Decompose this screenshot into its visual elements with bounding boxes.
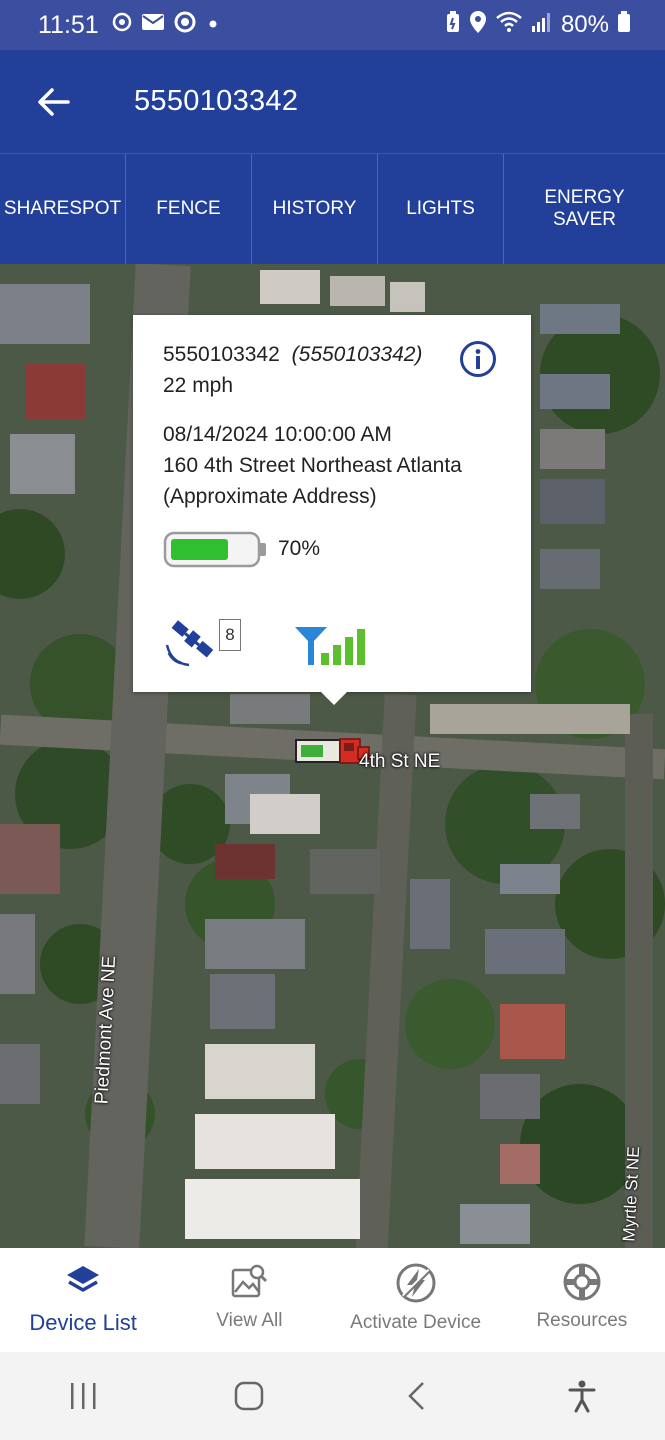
home-button[interactable] (209, 1366, 289, 1426)
satellite-icon (165, 620, 214, 667)
action-tab-bar: SHARESPOT FENCE HISTORY LIGHTS ENERGY SA… (0, 153, 665, 264)
accessibility-button[interactable] (542, 1366, 622, 1426)
device-timestamp: 08/14/2024 10:00:00 AM (163, 423, 392, 446)
device-id-line: 5550103342 (5550103342) (163, 343, 422, 367)
device-address: 160 4th Street Northeast Atlanta (163, 454, 462, 477)
recent-apps-button[interactable] (43, 1366, 123, 1426)
back-button[interactable] (0, 50, 106, 153)
image-search-icon (232, 1264, 268, 1298)
lifebuoy-icon (563, 1263, 601, 1301)
arrow-left-icon (38, 87, 70, 116)
recents-icon (71, 1383, 96, 1409)
status-left: 11:51 (38, 10, 221, 41)
address-note: (Approximate Address) (163, 485, 377, 508)
device-alias: (5550103342) (291, 343, 423, 366)
page-title: 5550103342 (134, 85, 299, 117)
cell-signal-icon (531, 11, 553, 40)
tab-energy-saver-label: ENERGY SAVER (544, 187, 625, 230)
battery-level-icon (163, 531, 266, 568)
app-bar: 5550103342 (0, 50, 665, 153)
satellite-count: 8 (219, 619, 241, 651)
street-label-4th-st: 4th St NE (359, 751, 441, 772)
accessibility-icon (568, 1380, 596, 1413)
nav-resources[interactable]: Resources (499, 1248, 665, 1352)
bolt-icon (396, 1263, 436, 1303)
info-button[interactable] (459, 340, 497, 378)
battery-fill (171, 539, 228, 560)
nav-view-all[interactable]: View All (166, 1248, 332, 1352)
info-icon (460, 341, 496, 377)
device-id: 5550103342 (163, 343, 280, 366)
status-right: 80% (445, 10, 631, 41)
tab-sharespot[interactable]: SHARESPOT (0, 154, 126, 264)
device-speed: 22 mph (163, 374, 234, 397)
bottom-navigation: Device List View All Activate Device Res… (0, 1248, 665, 1352)
nav-view-all-label: View All (216, 1310, 283, 1331)
tab-lights[interactable]: LIGHTS (378, 154, 504, 264)
wifi-icon (495, 11, 523, 40)
device-info-popup: 5550103342 (5550103342) 22 mph 08/14/202… (133, 315, 531, 705)
nav-resources-label: Resources (536, 1310, 628, 1331)
layers-icon (67, 1266, 100, 1292)
dot-icon (205, 11, 221, 39)
status-bar: 11:51 80% (0, 0, 665, 50)
home-icon (235, 1381, 264, 1411)
system-back-button[interactable] (376, 1366, 456, 1426)
system-navigation-bar (0, 1352, 665, 1440)
battery-saver-icon (445, 10, 461, 41)
tab-history[interactable]: HISTORY (252, 154, 378, 264)
sync-icon (111, 11, 133, 40)
nav-device-list[interactable]: Device List (0, 1248, 166, 1352)
nav-activate-device-label: Activate Device (350, 1312, 482, 1333)
mail-icon (141, 11, 165, 39)
nav-device-list-label: Device List (29, 1310, 137, 1335)
signal-strength-icon (295, 627, 365, 665)
nav-activate-device[interactable]: Activate Device (333, 1248, 499, 1352)
location-icon (469, 10, 487, 41)
battery-percent: 80% (560, 11, 609, 38)
status-time: 11:51 (38, 10, 99, 39)
battery-percentage: 70% (278, 537, 321, 560)
record-icon (173, 10, 197, 41)
tab-fence[interactable]: FENCE (126, 154, 252, 264)
tab-energy-saver[interactable]: ENERGY SAVER (504, 154, 665, 264)
battery-icon (617, 10, 631, 40)
chevron-left-icon (407, 1382, 424, 1410)
